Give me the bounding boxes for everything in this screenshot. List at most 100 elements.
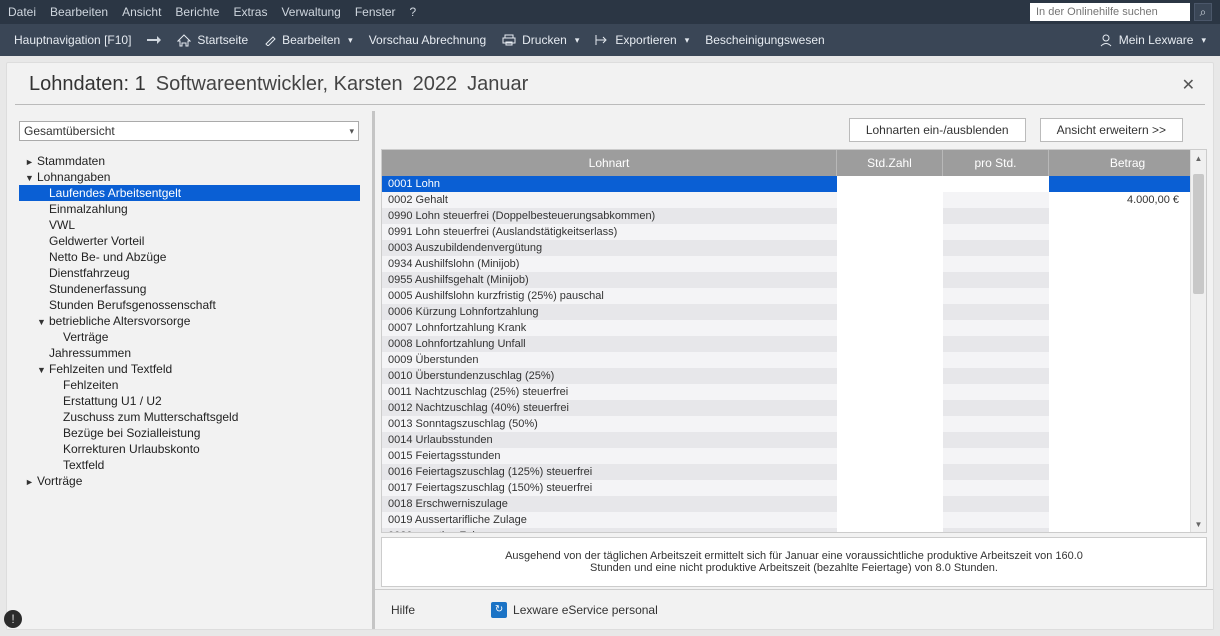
cell-betrag[interactable] (1049, 288, 1190, 304)
cell-stdzahl[interactable] (837, 432, 943, 448)
col-lohnart[interactable]: Lohnart (382, 150, 837, 176)
cell-prostd[interactable] (943, 192, 1049, 208)
menu-extras[interactable]: Extras (233, 5, 267, 19)
cell-stdzahl[interactable] (837, 464, 943, 480)
tree-item[interactable]: Bezüge bei Sozialleistung (19, 425, 360, 441)
cell-prostd[interactable] (943, 208, 1049, 224)
cell-stdzahl[interactable] (837, 336, 943, 352)
cell-betrag[interactable] (1049, 224, 1190, 240)
table-row[interactable]: 0006 Kürzung Lohnfortzahlung (382, 304, 1190, 320)
menu-fenster[interactable]: Fenster (355, 5, 396, 19)
cell-stdzahl[interactable] (837, 288, 943, 304)
cell-betrag[interactable] (1049, 448, 1190, 464)
table-row[interactable]: 0007 Lohnfortzahlung Krank (382, 320, 1190, 336)
tree-item[interactable]: Stunden Berufsgenossenschaft (19, 297, 360, 313)
cell-prostd[interactable] (943, 400, 1049, 416)
cell-prostd[interactable] (943, 496, 1049, 512)
cell-stdzahl[interactable] (837, 368, 943, 384)
vorschau-button[interactable]: Vorschau Abrechnung (369, 33, 486, 47)
cell-stdzahl[interactable] (837, 400, 943, 416)
cell-prostd[interactable] (943, 272, 1049, 288)
cell-stdzahl[interactable] (837, 240, 943, 256)
tree-item[interactable]: ▼Lohnangaben (19, 169, 360, 185)
cell-prostd[interactable] (943, 480, 1049, 496)
table-row[interactable]: 0013 Sonntagszuschlag (50%) (382, 416, 1190, 432)
table-row[interactable]: 0002 Gehalt4.000,00 € (382, 192, 1190, 208)
table-row[interactable]: 0017 Feiertagszuschlag (150%) steuerfrei (382, 480, 1190, 496)
tree-item[interactable]: ▼Fehlzeiten und Textfeld (19, 361, 360, 377)
table-row[interactable]: 0005 Aushilfslohn kurzfristig (25%) paus… (382, 288, 1190, 304)
cell-stdzahl[interactable] (837, 192, 943, 208)
table-row[interactable]: 0934 Aushilfslohn (Minijob) (382, 256, 1190, 272)
menu-datei[interactable]: Datei (8, 5, 36, 19)
tree-item[interactable]: Laufendes Arbeitsentgelt (19, 185, 360, 201)
cell-betrag[interactable] (1049, 496, 1190, 512)
cell-prostd[interactable] (943, 528, 1049, 532)
cell-stdzahl[interactable] (837, 384, 943, 400)
cell-betrag[interactable] (1049, 480, 1190, 496)
cell-stdzahl[interactable] (837, 320, 943, 336)
tree-item[interactable]: Dienstfahrzeug (19, 265, 360, 281)
vertical-scrollbar[interactable]: ▲ ▼ (1190, 150, 1206, 532)
cell-stdzahl[interactable] (837, 176, 943, 192)
col-betrag[interactable]: Betrag (1049, 150, 1206, 176)
tree-item[interactable]: Verträge (19, 329, 360, 345)
table-row[interactable]: 0001 Lohn (382, 176, 1190, 192)
cell-prostd[interactable] (943, 352, 1049, 368)
cell-prostd[interactable] (943, 432, 1049, 448)
cell-betrag[interactable] (1049, 400, 1190, 416)
cell-stdzahl[interactable] (837, 224, 943, 240)
help-link[interactable]: Hilfe (385, 603, 415, 617)
cell-stdzahl[interactable] (837, 304, 943, 320)
exportieren-button[interactable]: Exportieren▾ (595, 33, 689, 47)
alert-badge-icon[interactable]: ! (4, 610, 22, 628)
tree-item[interactable]: ►Vorträge (19, 473, 360, 489)
col-stdzahl[interactable]: Std.Zahl (837, 150, 943, 176)
menu-ansicht[interactable]: Ansicht (122, 5, 161, 19)
drucken-button[interactable]: Drucken▾ (502, 33, 579, 47)
cell-betrag[interactable]: 4.000,00 € (1049, 192, 1190, 208)
table-row[interactable]: 0990 Lohn steuerfrei (Doppelbesteuerungs… (382, 208, 1190, 224)
table-row[interactable]: 0955 Aushilfsgehalt (Minijob) (382, 272, 1190, 288)
home-button[interactable]: Startseite (177, 33, 248, 47)
hauptnavigation-button[interactable]: Hauptnavigation [F10] (14, 33, 131, 47)
cell-betrag[interactable] (1049, 320, 1190, 336)
table-row[interactable]: 0011 Nachtzuschlag (25%) steuerfrei (382, 384, 1190, 400)
tree-item[interactable]: Korrekturen Urlaubskonto (19, 441, 360, 457)
cell-betrag[interactable] (1049, 384, 1190, 400)
cell-betrag[interactable] (1049, 336, 1190, 352)
cell-betrag[interactable] (1049, 528, 1190, 532)
cell-prostd[interactable] (943, 176, 1049, 192)
cell-betrag[interactable] (1049, 512, 1190, 528)
overview-select[interactable]: Gesamtübersicht ▾ (19, 121, 359, 141)
table-row[interactable]: 0003 Auszubildendenvergütung (382, 240, 1190, 256)
cell-prostd[interactable] (943, 336, 1049, 352)
cell-stdzahl[interactable] (837, 480, 943, 496)
cell-prostd[interactable] (943, 224, 1049, 240)
table-row[interactable]: 0015 Feiertagsstunden (382, 448, 1190, 464)
scroll-up-icon[interactable]: ▲ (1191, 150, 1206, 166)
cell-prostd[interactable] (943, 384, 1049, 400)
table-row[interactable]: 0019 Aussertarifliche Zulage (382, 512, 1190, 528)
bescheinigung-button[interactable]: Bescheinigungswesen (705, 33, 824, 47)
cell-betrag[interactable] (1049, 240, 1190, 256)
cell-betrag[interactable] (1049, 272, 1190, 288)
table-row[interactable]: 0991 Lohn steuerfrei (Auslandstätigkeits… (382, 224, 1190, 240)
mein-lexware-button[interactable]: Mein Lexware▾ (1099, 33, 1206, 47)
cell-prostd[interactable] (943, 320, 1049, 336)
tree-item[interactable]: Netto Be- und Abzüge (19, 249, 360, 265)
menu-help[interactable]: ? (410, 5, 417, 19)
cell-betrag[interactable] (1049, 208, 1190, 224)
cell-betrag[interactable] (1049, 352, 1190, 368)
cell-stdzahl[interactable] (837, 512, 943, 528)
cell-prostd[interactable] (943, 512, 1049, 528)
cell-prostd[interactable] (943, 416, 1049, 432)
cell-prostd[interactable] (943, 464, 1049, 480)
table-row[interactable]: 0009 Überstunden (382, 352, 1190, 368)
cell-prostd[interactable] (943, 256, 1049, 272)
cell-betrag[interactable] (1049, 256, 1190, 272)
table-row[interactable]: 0020 sonstige Zulagen (382, 528, 1190, 532)
cell-stdzahl[interactable] (837, 448, 943, 464)
cell-prostd[interactable] (943, 288, 1049, 304)
tree-item[interactable]: ▼betriebliche Altersvorsorge (19, 313, 360, 329)
